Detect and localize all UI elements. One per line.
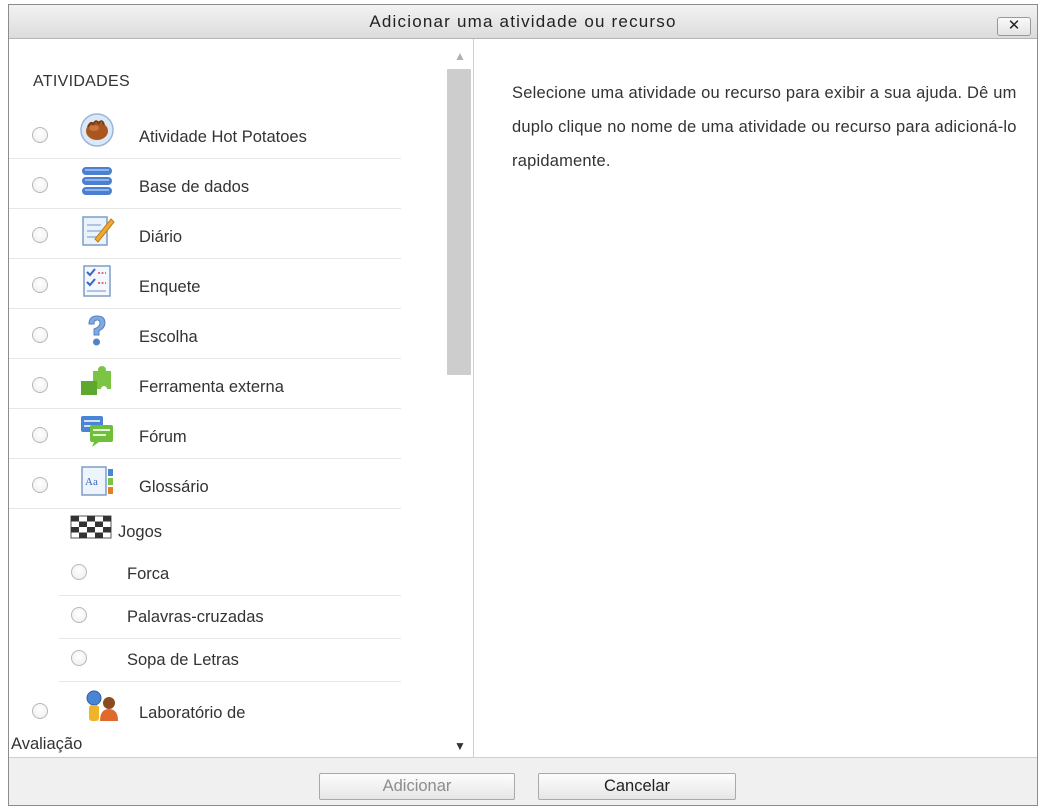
database-icon — [79, 163, 115, 199]
radio-button[interactable] — [71, 650, 87, 666]
option-label: Forca — [127, 565, 170, 583]
forum-icon — [79, 413, 115, 449]
radio-button[interactable] — [32, 327, 48, 343]
option-label: Enquete — [139, 278, 201, 296]
radio-button[interactable] — [32, 177, 48, 193]
scroll-down-arrow-icon[interactable]: ▼ — [447, 739, 473, 753]
activity-list-pane[interactable]: ATIVIDADES Atividade Hot Potatoes Base d… — [9, 39, 474, 757]
question-mark-icon — [79, 313, 115, 349]
option-hangman[interactable]: Forca — [59, 553, 401, 596]
games-group-label: Jogos — [118, 523, 163, 541]
journal-icon — [79, 213, 115, 249]
option-label: Escolha — [139, 328, 198, 346]
radio-button[interactable] — [32, 127, 48, 143]
option-workshop-label-continued: Avaliação — [11, 735, 83, 753]
games-icon — [69, 514, 113, 542]
games-group-header: Jogos — [9, 514, 401, 554]
puzzle-icon — [79, 363, 115, 399]
scroll-up-arrow-icon[interactable]: ▲ — [447, 49, 473, 63]
dialog-title-bar: Adicionar uma atividade ou recurso ✕ — [9, 5, 1037, 39]
workshop-icon — [79, 689, 118, 725]
option-label: Sopa de Letras — [127, 651, 239, 669]
hot-potatoes-icon — [79, 113, 115, 149]
option-label: Fórum — [139, 428, 187, 446]
radio-button[interactable] — [32, 277, 48, 293]
dialog-title: Adicionar uma atividade ou recurso — [369, 12, 677, 31]
option-label: Base de dados — [139, 178, 250, 196]
option-journal[interactable]: Diário — [9, 209, 401, 259]
option-label: Diário — [139, 228, 183, 246]
svg-text:Aa: Aa — [85, 476, 98, 488]
survey-icon — [79, 263, 115, 299]
option-choice[interactable]: Escolha — [9, 309, 401, 359]
section-title-activities: ATIVIDADES — [33, 73, 130, 90]
option-survey[interactable]: Enquete — [9, 259, 401, 309]
scrollbar-thumb[interactable] — [447, 69, 471, 375]
activity-list-scrollbar[interactable]: ▲ ▼ — [447, 39, 473, 757]
add-activity-dialog: Adicionar uma atividade ou recurso ✕ ATI… — [8, 4, 1038, 806]
radio-button[interactable] — [32, 477, 48, 493]
option-label: Ferramenta externa — [139, 378, 284, 396]
option-database[interactable]: Base de dados — [9, 159, 401, 209]
radio-button[interactable] — [32, 427, 48, 443]
dialog-footer: Adicionar Cancelar — [9, 757, 1037, 805]
option-glossary[interactable]: Aa Glossário — [9, 459, 401, 509]
glossary-icon: Aa — [79, 463, 115, 499]
option-hot-potatoes[interactable]: Atividade Hot Potatoes — [9, 109, 401, 159]
option-forum[interactable]: Fórum — [9, 409, 401, 459]
option-label: Palavras-cruzadas — [127, 608, 264, 626]
close-button[interactable]: ✕ — [997, 17, 1031, 36]
radio-button[interactable] — [32, 377, 48, 393]
option-label: Atividade Hot Potatoes — [139, 128, 307, 146]
option-workshop[interactable]: Laboratório de — [9, 685, 401, 735]
help-text: Selecione uma atividade ou recurso para … — [512, 84, 1017, 170]
radio-button[interactable] — [71, 564, 87, 580]
option-label: Laboratório de — [139, 704, 246, 722]
radio-button[interactable] — [32, 227, 48, 243]
add-button[interactable]: Adicionar — [319, 773, 515, 800]
option-crossword[interactable]: Palavras-cruzadas — [59, 596, 401, 639]
help-pane: Selecione uma atividade ou recurso para … — [475, 39, 1037, 757]
cancel-button[interactable]: Cancelar — [538, 773, 736, 800]
option-external-tool[interactable]: Ferramenta externa — [9, 359, 401, 409]
option-word-search[interactable]: Sopa de Letras — [59, 639, 401, 682]
radio-button[interactable] — [32, 703, 48, 719]
radio-button[interactable] — [71, 607, 87, 623]
option-label: Glossário — [139, 478, 209, 496]
